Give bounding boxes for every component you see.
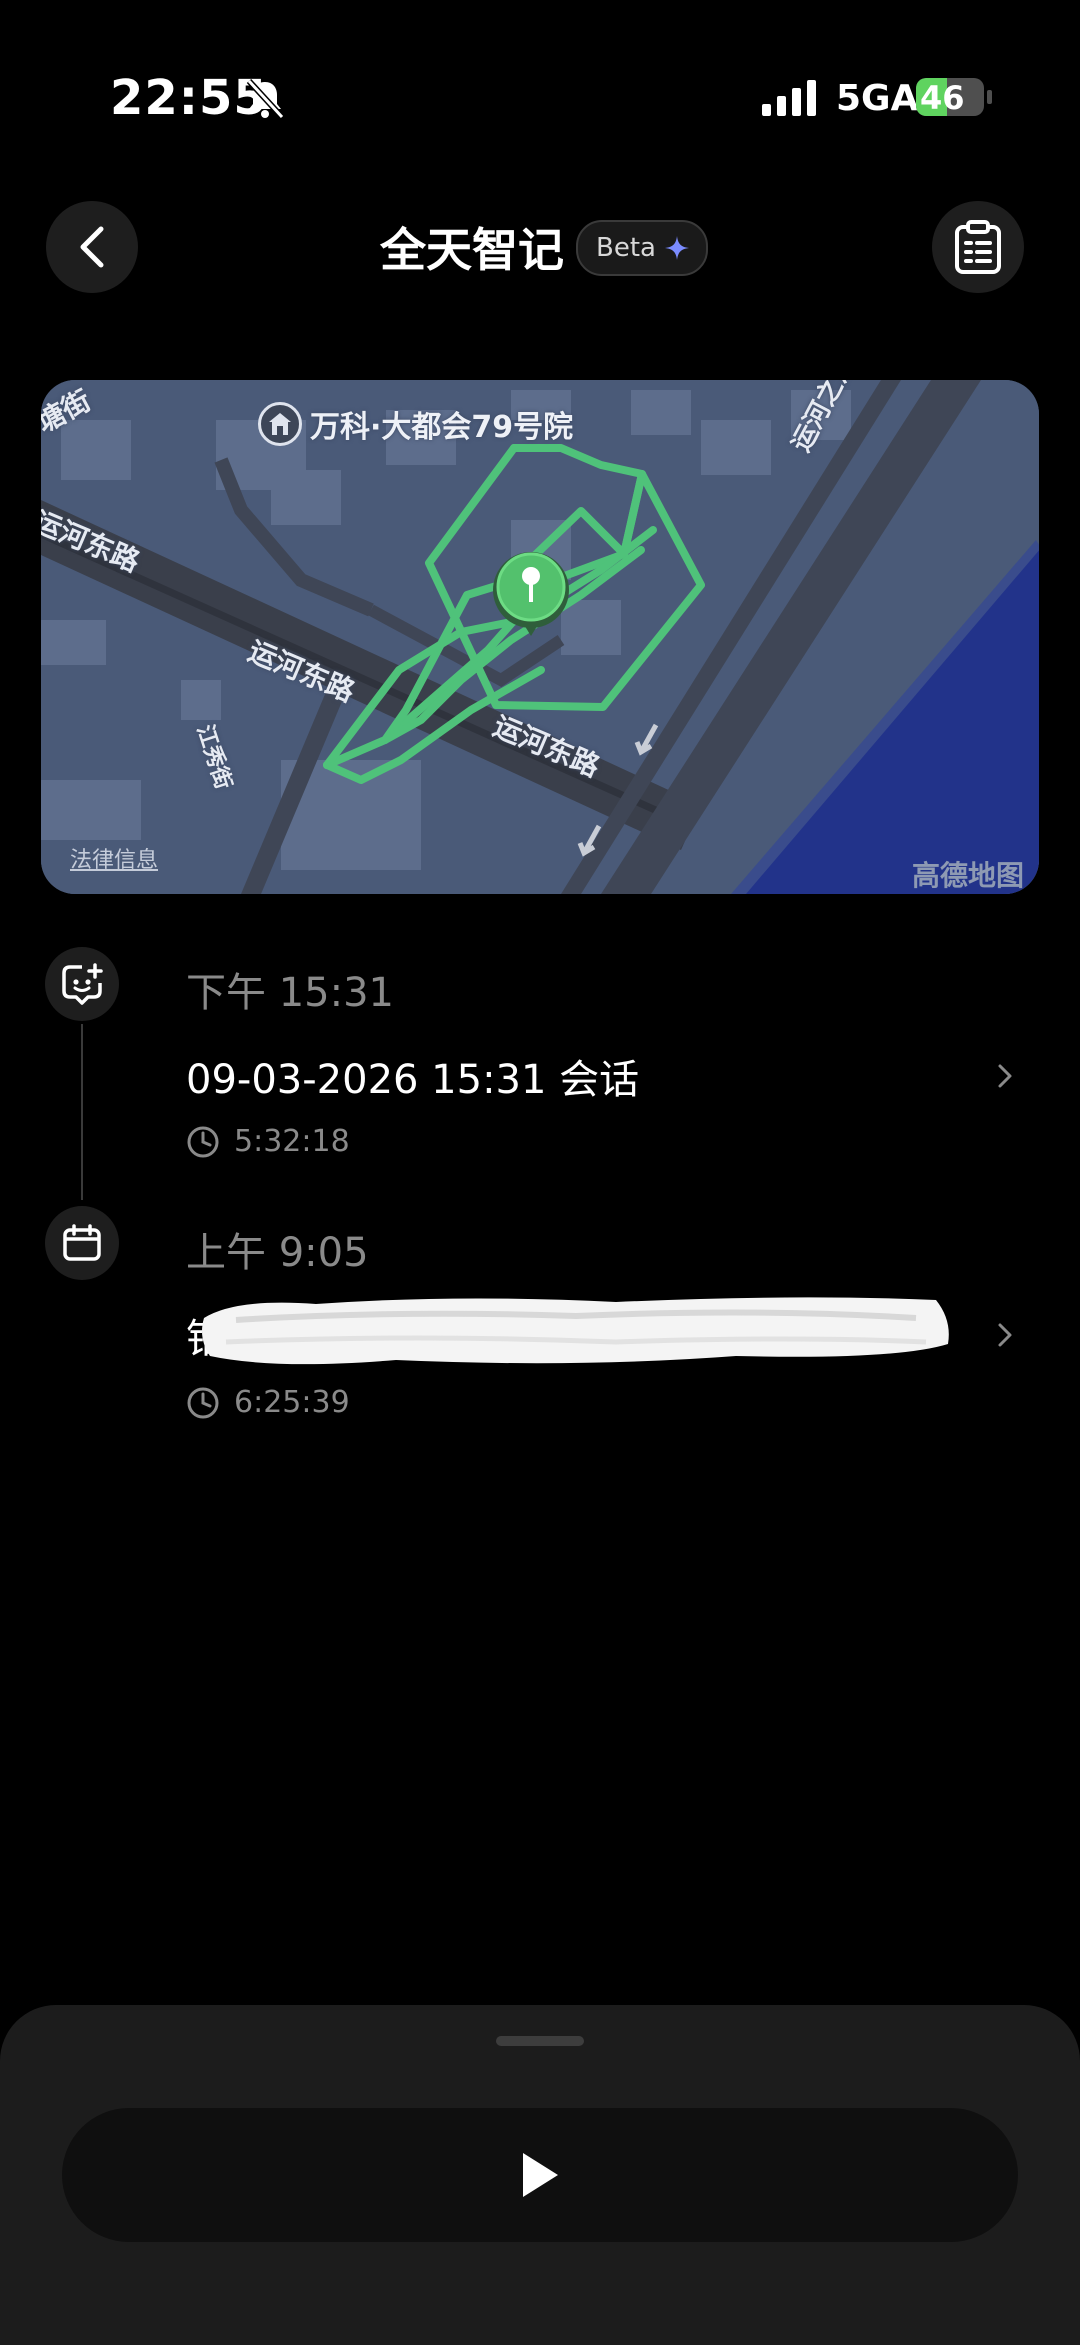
clock-icon [187, 1387, 219, 1418]
entry-time: 上午 9:05 [186, 1230, 369, 1276]
chevron-right-icon [998, 1323, 1012, 1347]
redaction-mark [202, 1297, 949, 1365]
chat-sparkle-icon [62, 963, 103, 1005]
map-legal-link[interactable]: 法律信息 [70, 842, 158, 874]
back-button[interactable] [46, 201, 138, 293]
map-provider-logo: 高德地图 [912, 859, 1025, 892]
sheet-drag-handle[interactable] [496, 2036, 584, 2046]
map-poi-label: 万科·大都会79号院 [310, 410, 574, 445]
chevron-right-icon [998, 1064, 1012, 1088]
bell-muted-icon [246, 78, 284, 120]
back-chevron-icon [80, 226, 104, 268]
page-title: 全天智记 [380, 223, 564, 277]
map-canvas [41, 380, 1039, 894]
timeline-connector [81, 1024, 83, 1200]
clock-icon [187, 1126, 219, 1157]
play-button[interactable] [62, 2108, 1018, 2242]
timeline-entry[interactable]: 09-03-2026 15:31 会话 [186, 1045, 1016, 1107]
play-icon [523, 2153, 558, 2197]
location-track-map[interactable]: 塘街 运河东路 运河东路 运河东路 江秀街 运河之江隧道 [41, 380, 1039, 894]
entry-title: 09-03-2026 15:31 会话 [186, 1057, 640, 1103]
signal-icon [762, 80, 816, 116]
network-type-label: 5GA [836, 78, 919, 119]
entry-time: 下午 15:31 [186, 970, 394, 1016]
entry-duration: 5:32:18 [186, 1124, 350, 1159]
calendar-icon [63, 1224, 101, 1261]
entry-duration-text: 5:32:18 [234, 1124, 350, 1159]
battery-level: 46 [920, 79, 965, 117]
summary-report-button[interactable] [932, 201, 1024, 293]
beta-badge: Beta [576, 220, 708, 276]
clipboard-list-icon [955, 220, 1001, 274]
map-poi[interactable]: 万科·大都会79号院 [258, 402, 573, 446]
entry-duration-text: 6:25:39 [234, 1385, 350, 1420]
battery-charging-icon: 46 [916, 78, 992, 117]
timeline-icon [45, 947, 119, 1021]
status-time: 22:55 [110, 70, 268, 126]
beta-badge-label: Beta [596, 233, 656, 263]
sparkle-icon [664, 236, 689, 260]
building-icon [258, 402, 302, 446]
timeline-icon [45, 1206, 119, 1280]
entry-duration: 6:25:39 [186, 1385, 350, 1420]
